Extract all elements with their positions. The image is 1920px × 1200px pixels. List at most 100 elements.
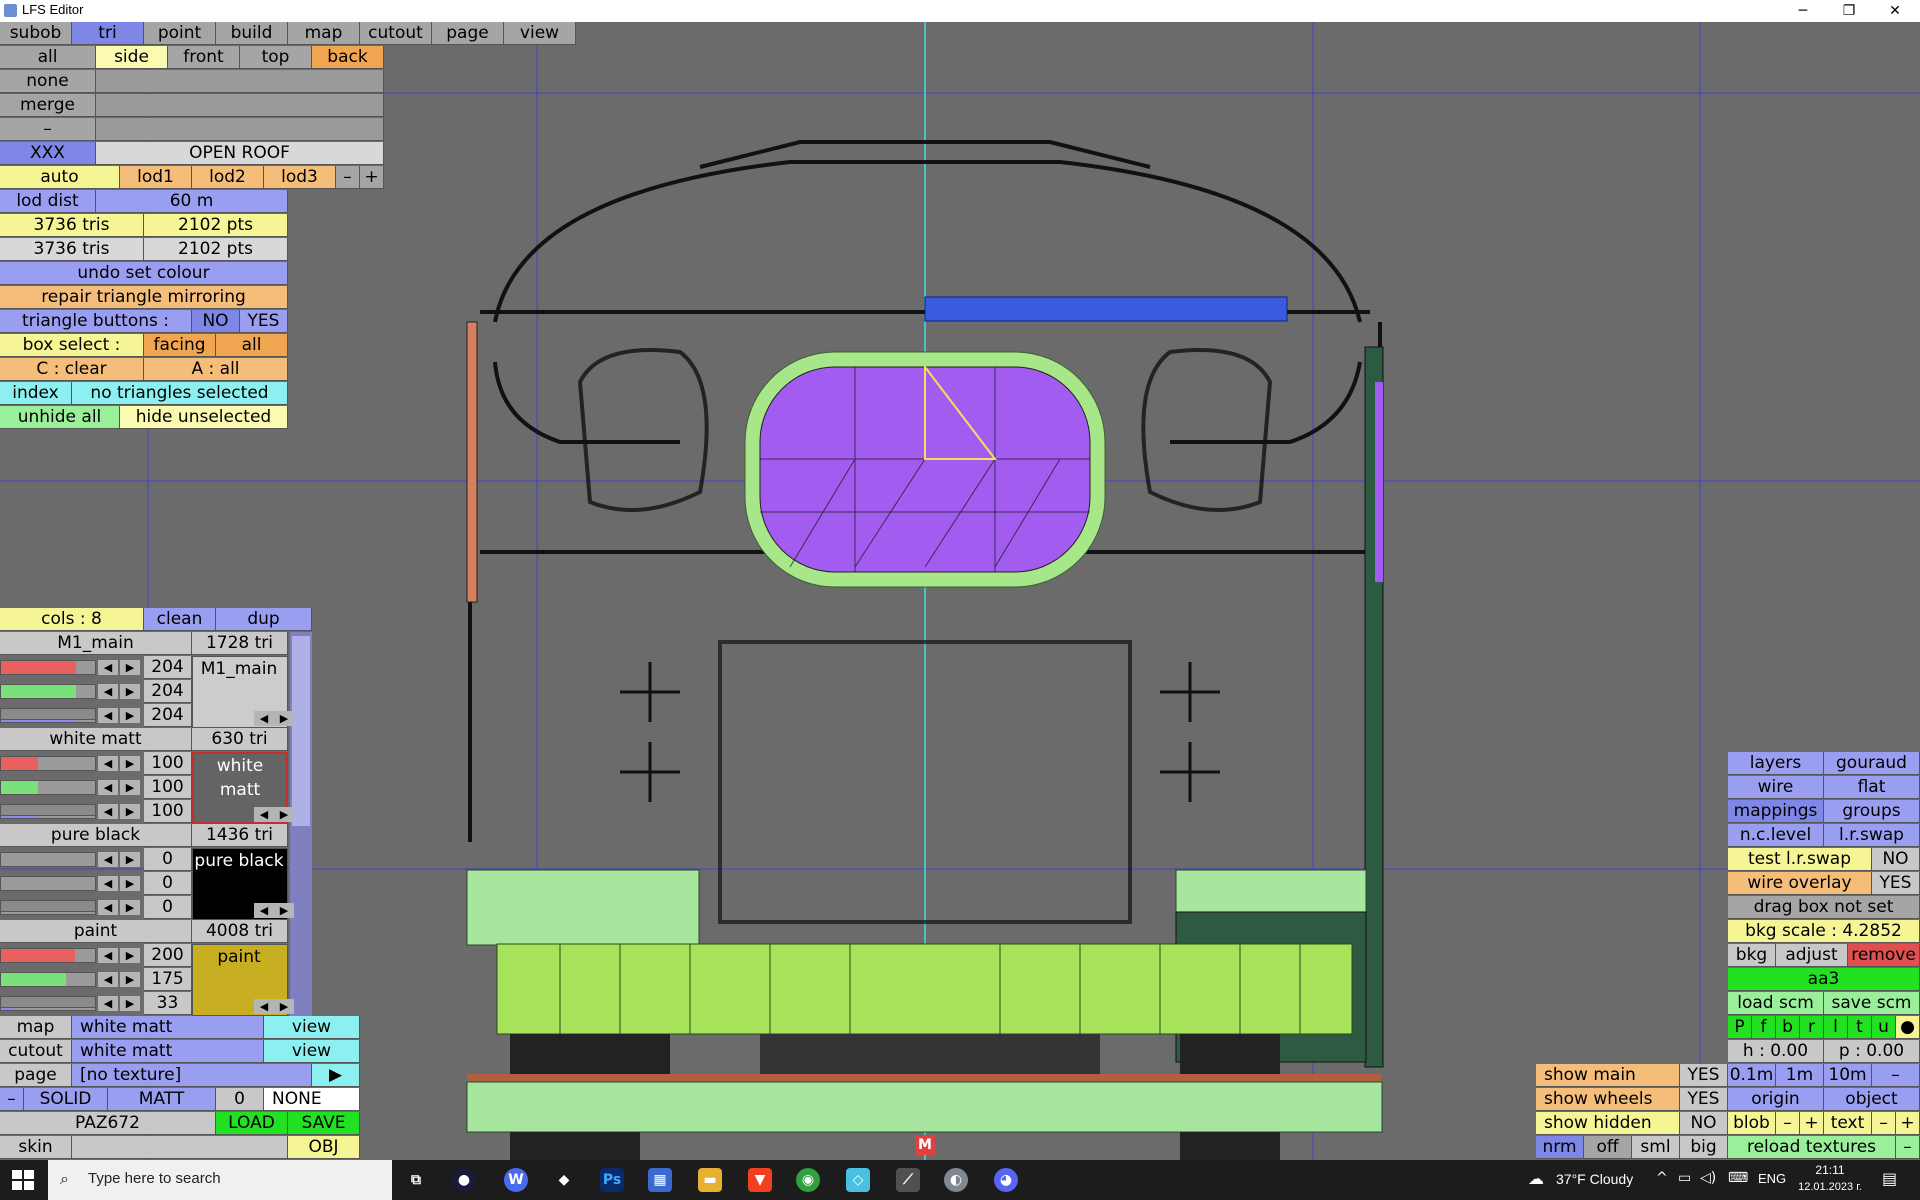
menu-point[interactable]: point bbox=[144, 22, 216, 45]
lod1-button[interactable]: lod1 bbox=[120, 166, 192, 189]
box-select-all[interactable]: all bbox=[216, 334, 288, 357]
clock-time[interactable]: 21:11 bbox=[1800, 1163, 1860, 1177]
wire-overlay-value[interactable]: YES bbox=[1872, 872, 1920, 895]
cutout-view-button[interactable]: view bbox=[264, 1040, 360, 1063]
swatch-left-icon[interactable]: ◀ bbox=[254, 903, 274, 918]
save-button[interactable]: SAVE bbox=[288, 1112, 360, 1135]
menu-page[interactable]: page bbox=[432, 22, 504, 45]
alpha-slider[interactable] bbox=[0, 996, 96, 1008]
alpha-slider[interactable] bbox=[0, 708, 96, 720]
view-side-button[interactable]: side bbox=[96, 46, 168, 69]
colour-value[interactable]: 100 bbox=[144, 752, 192, 775]
lod-plus-button[interactable]: + bbox=[360, 166, 384, 189]
colour-value[interactable]: 0 bbox=[144, 848, 192, 871]
step-10m[interactable]: 10m bbox=[1824, 1064, 1872, 1087]
brave-icon[interactable]: ▼ bbox=[748, 1168, 772, 1192]
arrow-left-icon[interactable]: ◀ bbox=[98, 684, 118, 699]
restore-icon[interactable]: ❐ bbox=[1826, 0, 1872, 22]
arrow-right-icon[interactable]: ▶ bbox=[120, 900, 140, 915]
colour-slider[interactable] bbox=[0, 780, 96, 795]
dup-button[interactable]: dup bbox=[216, 608, 312, 631]
file-name[interactable]: PAZ672 bbox=[0, 1112, 216, 1135]
step-0-1m[interactable]: 0.1m bbox=[1728, 1064, 1776, 1087]
arrow-right-icon[interactable]: ▶ bbox=[120, 972, 140, 987]
xxx-button[interactable]: XXX bbox=[0, 142, 96, 165]
select-all-button[interactable]: all bbox=[0, 46, 96, 69]
arrow-left-icon[interactable]: ◀ bbox=[98, 660, 118, 675]
terminal-icon[interactable]: ◆ bbox=[552, 1168, 576, 1192]
show-wheels-value[interactable]: YES bbox=[1680, 1088, 1728, 1111]
view-mode-off[interactable]: off bbox=[1584, 1136, 1632, 1159]
colour-value[interactable]: 100 bbox=[144, 800, 192, 823]
lod-auto-button[interactable]: auto bbox=[0, 166, 120, 189]
file-explorer-icon[interactable]: ▬ bbox=[698, 1168, 722, 1192]
obs-icon[interactable]: ● bbox=[452, 1168, 476, 1192]
viewport[interactable]: M bbox=[0, 22, 1920, 1160]
app-car-icon[interactable]: ◐ bbox=[944, 1168, 968, 1192]
calculator-icon[interactable]: ▦ bbox=[648, 1168, 672, 1192]
clear-button[interactable]: C : clear bbox=[0, 358, 144, 381]
windows-start-icon[interactable] bbox=[12, 1170, 34, 1190]
minimize-icon[interactable]: ─ bbox=[1780, 0, 1826, 22]
alpha-slider[interactable] bbox=[0, 804, 96, 816]
model-canvas[interactable] bbox=[0, 22, 1920, 1160]
arrow-right-icon[interactable]: ▶ bbox=[120, 660, 140, 675]
arrow-left-icon[interactable]: ◀ bbox=[98, 756, 118, 771]
skin-field[interactable] bbox=[72, 1136, 288, 1159]
arrow-left-icon[interactable]: ◀ bbox=[98, 804, 118, 819]
colour-value[interactable]: 175 bbox=[144, 968, 192, 991]
blob-plus[interactable]: + bbox=[1800, 1112, 1824, 1135]
reload-textures-button[interactable]: reload textures bbox=[1728, 1136, 1896, 1159]
menu-subob[interactable]: subob bbox=[0, 22, 72, 45]
menu-tri[interactable]: tri bbox=[72, 22, 144, 45]
load-button[interactable]: LOAD bbox=[216, 1112, 288, 1135]
object-name[interactable]: OPEN ROOF bbox=[96, 142, 384, 165]
flag-b[interactable]: b bbox=[1776, 1016, 1800, 1039]
arrow-left-icon[interactable]: ◀ bbox=[98, 780, 118, 795]
page-next-button[interactable]: ▶ bbox=[312, 1064, 360, 1087]
triangle-buttons-no[interactable]: NO bbox=[192, 310, 240, 333]
colour-slider[interactable] bbox=[0, 756, 96, 771]
swatch-right-icon[interactable]: ▶ bbox=[274, 903, 294, 918]
weather-text[interactable]: 37°F Cloudy bbox=[1556, 1171, 1633, 1187]
menu-map[interactable]: map bbox=[288, 22, 360, 45]
flag-l[interactable]: l bbox=[1824, 1016, 1848, 1039]
blob-minus[interactable]: – bbox=[1776, 1112, 1800, 1135]
gouraud-button[interactable]: gouraud bbox=[1824, 752, 1920, 775]
save-scm-button[interactable]: save scm bbox=[1824, 992, 1920, 1015]
view-back-button[interactable]: back bbox=[312, 46, 384, 69]
text-minus[interactable]: – bbox=[1872, 1112, 1896, 1135]
colour-slider[interactable] bbox=[0, 948, 96, 963]
layers-button[interactable]: layers bbox=[1728, 752, 1824, 775]
swatch-right-icon[interactable]: ▶ bbox=[274, 999, 294, 1014]
flag-f[interactable]: f bbox=[1752, 1016, 1776, 1039]
arrow-left-icon[interactable]: ◀ bbox=[98, 852, 118, 867]
remove-button[interactable]: remove bbox=[1848, 944, 1920, 967]
undo-button[interactable]: undo set colour bbox=[0, 262, 288, 285]
box-select-facing[interactable]: facing bbox=[144, 334, 216, 357]
colour-slider[interactable] bbox=[0, 660, 96, 675]
discord-icon[interactable]: ◕ bbox=[994, 1168, 1018, 1192]
arrow-right-icon[interactable]: ▶ bbox=[120, 780, 140, 795]
select-all-key-button[interactable]: A : all bbox=[144, 358, 288, 381]
groups-button[interactable]: groups bbox=[1824, 800, 1920, 823]
origin-button[interactable]: origin bbox=[1728, 1088, 1824, 1111]
network-icon[interactable]: ▭ bbox=[1678, 1170, 1691, 1186]
repair-mirroring-button[interactable]: repair triangle mirroring bbox=[0, 286, 288, 309]
colour-slider[interactable] bbox=[0, 852, 96, 867]
flag-u[interactable]: u bbox=[1872, 1016, 1896, 1039]
close-icon[interactable]: ✕ bbox=[1872, 0, 1918, 22]
material-name[interactable]: M1_main bbox=[0, 632, 192, 655]
step-1m[interactable]: 1m bbox=[1776, 1064, 1824, 1087]
view-mode-sml[interactable]: sml bbox=[1632, 1136, 1680, 1159]
map-view-button[interactable]: view bbox=[264, 1016, 360, 1039]
tray-chevron-icon[interactable]: ^ bbox=[1656, 1170, 1668, 1186]
app-w-icon[interactable]: W bbox=[504, 1168, 528, 1192]
task-view-icon[interactable]: ⧉ bbox=[404, 1168, 428, 1192]
keyboard-icon[interactable]: ⌨ bbox=[1728, 1170, 1748, 1186]
cutout-value[interactable]: white matt bbox=[72, 1040, 264, 1063]
material-name[interactable]: white matt bbox=[0, 728, 192, 751]
arrow-left-icon[interactable]: ◀ bbox=[98, 900, 118, 915]
chrome-icon[interactable]: ◉ bbox=[796, 1168, 820, 1192]
solid-minus-button[interactable]: – bbox=[0, 1088, 24, 1111]
